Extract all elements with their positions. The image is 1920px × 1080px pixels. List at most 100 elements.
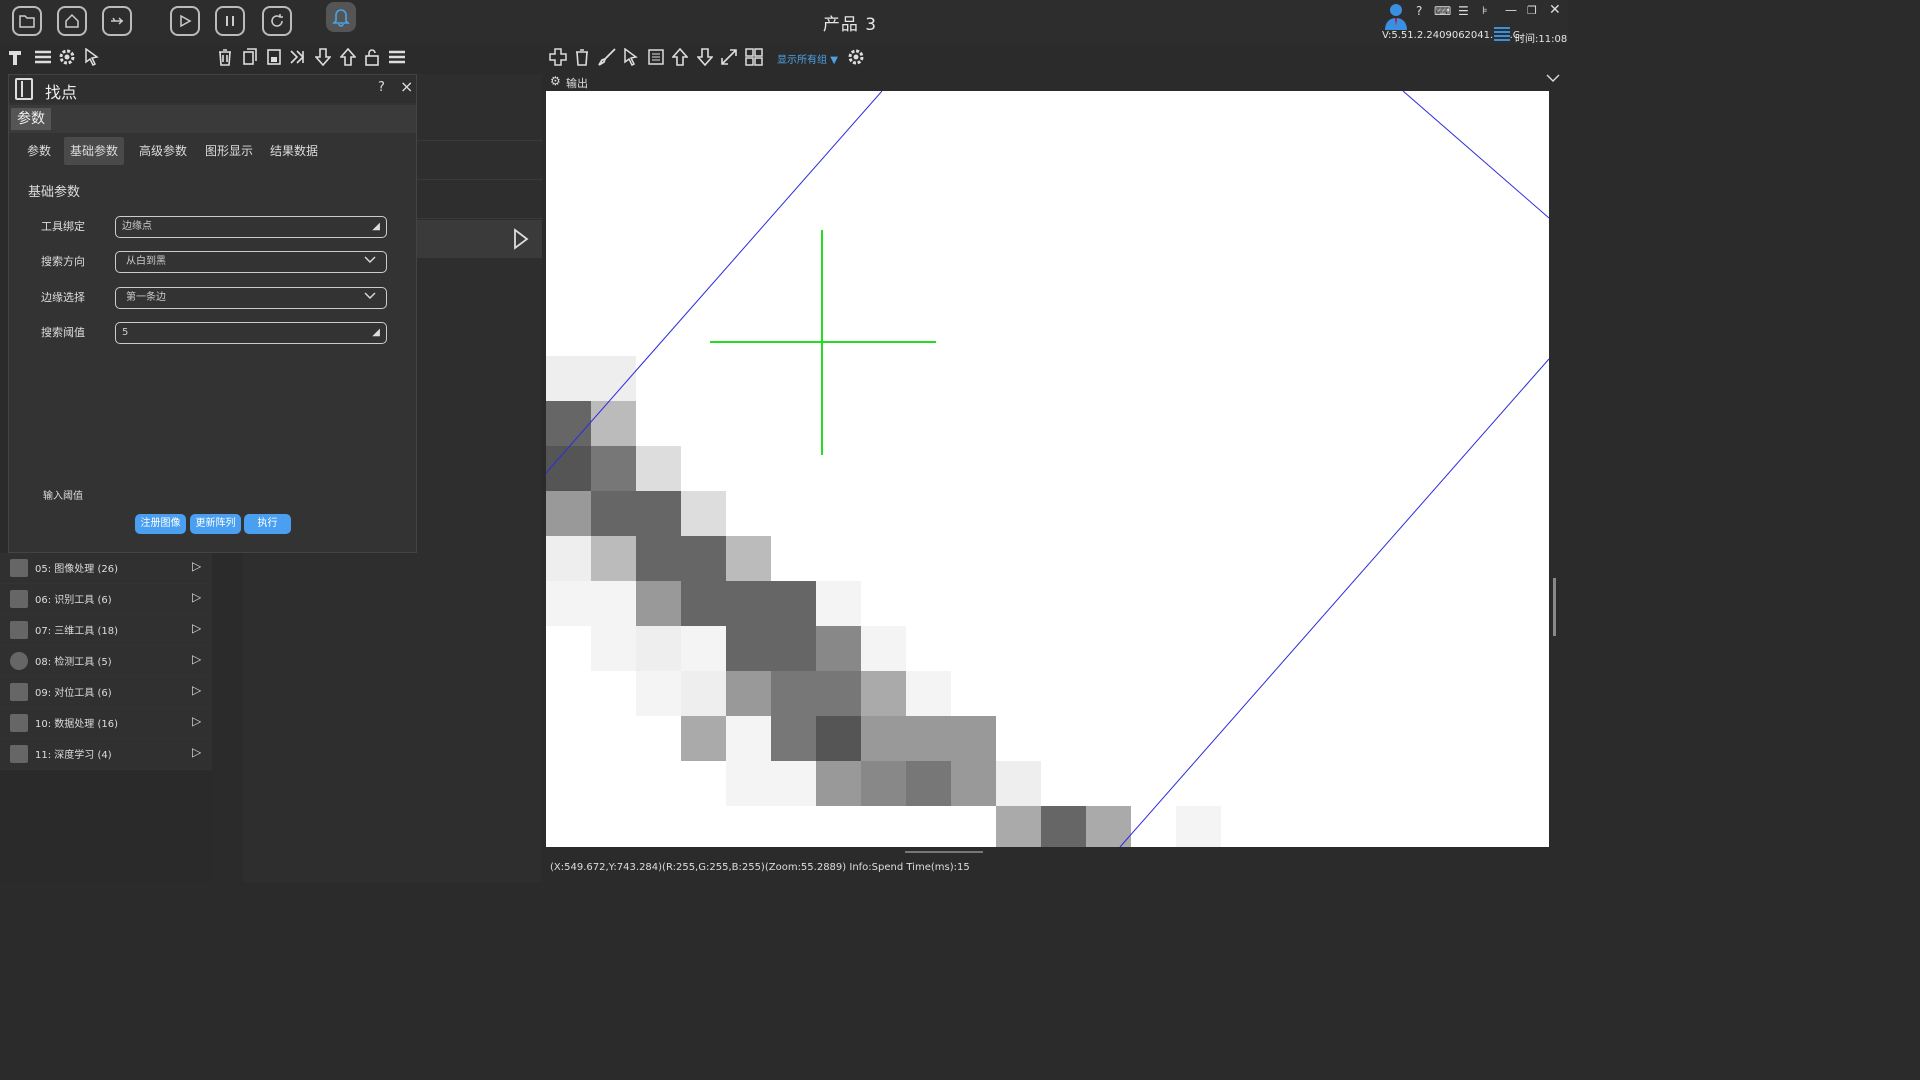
vertical-scrollbar[interactable] [1553, 578, 1556, 636]
search-region-edge [1119, 358, 1549, 847]
input-hint: 输入阈值 [43, 491, 83, 502]
window-icon[interactable] [646, 48, 666, 71]
play-icon[interactable]: ▷ [192, 683, 201, 697]
field-value: 第一条边 [126, 292, 166, 303]
find-point-panel: 找点 ? × 参数 参数 基础参数 高级参数 图形显示 结果数据 基础参数 工具… [8, 74, 417, 553]
forward-icon[interactable] [289, 48, 309, 71]
play-icon[interactable]: ▷ [192, 590, 201, 604]
status-text: (X:549.672,Y:743.284)(R:255,G:255,B:255)… [550, 862, 970, 873]
list-item[interactable]: 06: 识别工具 (6) ▷ [0, 584, 212, 615]
network-icon [1494, 27, 1510, 41]
chevron-down-icon: ▼ [830, 55, 838, 66]
plus-icon[interactable] [548, 48, 568, 71]
clock-text: 时间:11:08 [1515, 34, 1568, 45]
close-window-icon[interactable]: ✕ [1549, 2, 1561, 18]
menu-icon[interactable] [33, 48, 53, 71]
expand-icon[interactable] [719, 48, 739, 71]
list-item[interactable]: 05: 图像处理 (26) ▷ [0, 553, 212, 584]
delete-icon[interactable] [215, 48, 235, 71]
play-icon[interactable]: ▷ [192, 714, 201, 728]
update-array-button[interactable]: 更新阵列 [190, 514, 241, 534]
menu-icon[interactable] [387, 48, 407, 71]
overlay-graphics [546, 91, 1549, 847]
list-item-label: 11: 深度学习 (4) [35, 750, 112, 761]
inspect-icon [10, 652, 28, 670]
minimize-icon[interactable]: — [1505, 3, 1517, 17]
pin-icon[interactable]: ⊧ [1482, 4, 1488, 17]
list-item[interactable]: 07: 三维工具 (18) ▷ [0, 615, 212, 646]
save-icon[interactable] [264, 48, 284, 71]
output-header: ⚙ 输出 [546, 72, 1568, 91]
panel-header[interactable]: 找点 ? × [9, 75, 416, 103]
horizontal-scrollbar[interactable] [905, 851, 983, 853]
list-item-label: 09: 对位工具 (6) [35, 688, 112, 699]
unlock-icon[interactable] [362, 48, 382, 71]
execute-button[interactable]: 执行 [244, 514, 291, 534]
play-icon[interactable]: ▷ [192, 745, 201, 759]
user-avatar-icon[interactable] [1382, 2, 1410, 30]
image-process-icon [10, 559, 28, 577]
tab-advanced-params[interactable]: 高级参数 [133, 137, 193, 165]
field-value: 5 [122, 327, 129, 338]
cursor-icon[interactable] [621, 47, 641, 71]
3d-tool-icon [10, 621, 28, 639]
help-icon[interactable]: ? [1416, 4, 1422, 18]
tab-result-data[interactable]: 结果数据 [264, 137, 324, 165]
gear-icon[interactable] [846, 48, 866, 71]
cursor-icon[interactable] [82, 47, 102, 71]
tab-graphic-display[interactable]: 图形显示 [199, 137, 259, 165]
output-label: 输出 [566, 77, 588, 90]
search-threshold-field[interactable]: 5 ◢ [115, 322, 387, 344]
hammer-icon[interactable] [6, 48, 26, 71]
list-item[interactable]: 09: 对位工具 (6) ▷ [0, 677, 212, 708]
keyboard-icon[interactable]: ⌨ [1434, 4, 1451, 18]
delete-icon[interactable] [572, 48, 592, 71]
status-bar: (X:549.672,Y:743.284)(R:255,G:255,B:255)… [546, 861, 1568, 876]
search-direction-select[interactable]: 从白到黑 [115, 251, 387, 273]
list-icon[interactable]: ☰ [1458, 4, 1469, 18]
play-icon[interactable] [513, 228, 529, 250]
help-button[interactable]: ? [378, 80, 385, 95]
chevron-down-icon [364, 252, 376, 272]
close-button[interactable]: × [400, 77, 413, 96]
book-icon [15, 78, 33, 100]
register-image-button[interactable]: 注册图像 [135, 514, 186, 534]
list-item[interactable]: 10: 数据处理 (16) ▷ [0, 708, 212, 739]
section-label: 参数 [11, 108, 51, 130]
tool-binding-field[interactable]: 边缘点 ◢ [115, 216, 387, 238]
corner-arrow-icon: ◢ [372, 327, 380, 338]
edge-select[interactable]: 第一条边 [115, 287, 387, 309]
gear-icon[interactable]: ⚙ [550, 74, 561, 88]
list-item-label: 10: 数据处理 (16) [35, 719, 118, 730]
restore-icon[interactable]: ❐ [1527, 4, 1537, 17]
toolbox-list: 05: 图像处理 (26) ▷ 06: 识别工具 (6) ▷ 07: 三维工具 … [0, 553, 212, 882]
copy-icon[interactable] [240, 48, 260, 71]
field-label: 边缘选择 [41, 291, 85, 304]
grid-icon[interactable] [744, 48, 764, 71]
brush-icon[interactable] [597, 48, 617, 71]
play-icon[interactable]: ▷ [192, 559, 201, 573]
group-select[interactable]: 显示所有组 ▼ [777, 51, 838, 66]
search-region-edge [546, 91, 883, 474]
list-item[interactable]: 11: 深度学习 (4) ▷ [0, 739, 212, 770]
arrow-up-icon[interactable] [338, 47, 358, 71]
play-icon[interactable]: ▷ [192, 652, 201, 666]
list-item-label: 08: 检测工具 (5) [35, 657, 112, 668]
arrow-up-icon[interactable] [670, 47, 690, 71]
arrow-down-icon[interactable] [313, 48, 333, 71]
title-bar: 产品 3 ? ⌨ ☰ ⊧ — ❐ ✕ V:5.51.2.2409062041.B… [0, 0, 1568, 45]
field-value: 从白到黑 [126, 256, 166, 267]
field-label: 搜索阈值 [41, 326, 85, 339]
chevron-down-icon[interactable] [1546, 72, 1560, 86]
tab-params[interactable]: 参数 [21, 137, 57, 165]
list-item-label: 07: 三维工具 (18) [35, 626, 118, 637]
arrow-down-icon[interactable] [695, 48, 715, 71]
list-item-label: 06: 识别工具 (6) [35, 595, 112, 606]
play-icon[interactable]: ▷ [192, 621, 201, 635]
list-item[interactable]: 08: 检测工具 (5) ▷ [0, 646, 212, 677]
tab-basic-params[interactable]: 基础参数 [64, 137, 125, 165]
deep-learning-icon [10, 745, 28, 763]
gear-icon[interactable] [57, 48, 77, 71]
corner-arrow-icon: ◢ [372, 221, 380, 232]
image-canvas[interactable] [546, 91, 1549, 847]
